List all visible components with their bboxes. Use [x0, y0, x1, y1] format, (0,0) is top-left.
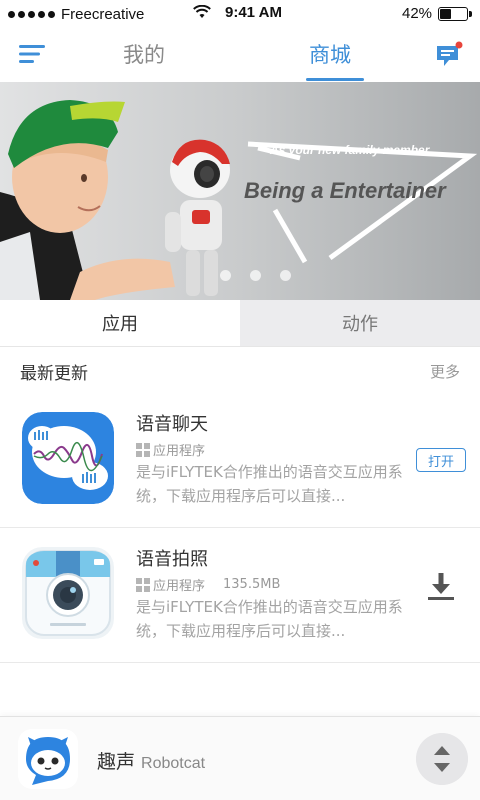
voice-chat-app-icon	[22, 412, 114, 504]
menu-icon[interactable]	[18, 42, 46, 66]
more-link[interactable]: 更多	[430, 361, 460, 382]
bottom-subtitle: Robotcat	[141, 755, 206, 772]
app-type-label: 应用程序	[153, 579, 206, 594]
tab-mine[interactable]: 我的	[123, 39, 165, 69]
app-description: 是与iFLYTEK合作推出的语音交互应用系统，下载应用程序后可以直接...	[136, 463, 403, 505]
top-nav: 我的 商城	[0, 28, 480, 82]
promo-banner[interactable]: As your new family member. Being a Enter…	[0, 82, 480, 300]
carousel-dot[interactable]	[220, 270, 231, 281]
battery-icon	[438, 7, 472, 21]
carrier-name: Freecreative	[61, 5, 145, 23]
section-header: 最新更新 更多	[0, 346, 480, 392]
list-item[interactable]: 语音拍照 应用程序 135.5MB 是与iFLYTEK合作推出的语音交互应用系统…	[0, 527, 480, 663]
tab-actions[interactable]: 动作	[240, 300, 480, 346]
app-description: 是与iFLYTEK合作推出的语音交互应用系统，下载应用程序后可以直接...	[136, 598, 403, 640]
carousel-dots	[220, 270, 291, 281]
voice-camera-app-icon	[22, 547, 114, 639]
wifi-icon	[193, 5, 211, 18]
download-icon[interactable]	[424, 569, 458, 603]
carousel-dot[interactable]	[250, 270, 261, 281]
segment-tabs: 应用 动作	[0, 300, 480, 346]
app-category-icon	[136, 577, 150, 592]
expand-collapse-button[interactable]	[416, 733, 468, 785]
message-icon[interactable]	[434, 40, 464, 70]
banner-subtitle: As your new family member.	[270, 143, 433, 157]
open-button[interactable]: 打开	[416, 448, 466, 472]
app-size: 135.5MB	[223, 577, 281, 592]
banner-title: Being a Entertainer	[244, 178, 446, 203]
bottom-name: 趣声	[97, 751, 136, 773]
tab-apps[interactable]: 应用	[0, 300, 240, 346]
carousel-dot[interactable]	[280, 270, 291, 281]
signal-icon	[8, 10, 55, 18]
section-title: 最新更新	[20, 364, 88, 384]
app-name: 语音拍照	[136, 549, 208, 570]
list-item[interactable]: 语音聊天 应用程序 是与iFLYTEK合作推出的语音交互应用系统，下载应用程序后…	[0, 392, 480, 528]
battery-percent: 42%	[402, 5, 433, 22]
bottom-title: 趣声 Robotcat	[97, 747, 205, 774]
app-name: 语音聊天	[136, 414, 208, 435]
app-category-icon	[136, 442, 150, 457]
bottom-player-bar[interactable]: 趣声 Robotcat	[0, 716, 480, 800]
status-bar: Freecreative 9:41 AM 42%	[0, 0, 480, 28]
tab-mall[interactable]: 商城	[309, 39, 351, 69]
robotcat-avatar-icon	[18, 729, 78, 789]
clock: 9:41 AM	[225, 4, 282, 21]
app-type-label: 应用程序	[153, 444, 206, 459]
app-type: 应用程序 135.5MB	[136, 575, 280, 594]
active-tab-indicator	[306, 78, 364, 81]
app-type: 应用程序	[136, 440, 205, 459]
